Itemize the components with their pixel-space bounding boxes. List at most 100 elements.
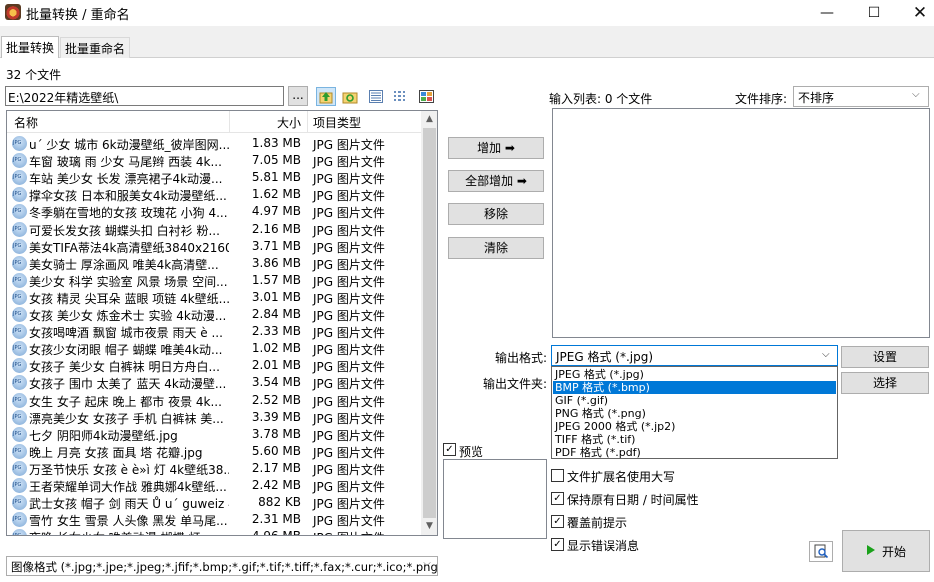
format-option[interactable]: JPEG 2000 格式 (*.jp2): [553, 420, 836, 433]
column-header-size[interactable]: 大小: [277, 114, 301, 131]
list-header: 名称 ^ 大小 项目类型: [7, 111, 421, 133]
select-folder-button[interactable]: 选择: [841, 372, 929, 394]
format-option[interactable]: TIFF 格式 (*.tif): [553, 433, 836, 446]
file-size: 3.86 MB: [251, 255, 301, 270]
scroll-thumb[interactable]: [423, 128, 436, 518]
file-type: JPG 图片文件: [313, 172, 385, 187]
column-divider[interactable]: [229, 111, 230, 133]
table-row[interactable]: 漂亮美少女 女孩子 手机 白裤袜 美... 3.39 MB JPG 图片文件: [7, 409, 421, 426]
scroll-down-icon[interactable]: ▼: [421, 518, 437, 535]
table-row[interactable]: u´ 少女 城市 6k动漫壁纸_彼岸图网... 1.83 MB JPG 图片文件: [7, 135, 421, 152]
close-icon[interactable]: ✕: [897, 0, 934, 26]
settings-button[interactable]: 设置: [841, 346, 929, 368]
format-option[interactable]: PNG 格式 (*.png): [553, 407, 836, 420]
output-format-label: 输出格式:: [495, 351, 548, 365]
file-size: 1.02 MB: [251, 341, 301, 356]
start-button[interactable]: 开始: [842, 530, 930, 572]
format-option[interactable]: PDF 格式 (*.pdf): [553, 446, 836, 459]
table-row[interactable]: 车站 美少女 长发 漂亮裙子4k动漫... 5.81 MB JPG 图片文件: [7, 169, 421, 186]
table-row[interactable]: 可爱长发女孩 蝴蝶头扣 白衬衫 粉... 2.16 MB JPG 图片文件: [7, 221, 421, 238]
table-row[interactable]: 七夕 阴阳师4k动漫壁纸.jpg 3.78 MB JPG 图片文件: [7, 426, 421, 443]
file-size: 3.71 MB: [251, 238, 301, 253]
table-row[interactable]: 美少女 科学 实验室 风景 场景 空间... 1.57 MB JPG 图片文件: [7, 272, 421, 289]
clear-button[interactable]: 清除: [448, 237, 544, 259]
file-name: 冬季躺在雪地的女孩 玫瑰花 小狗 4...: [29, 206, 228, 221]
output-format-select[interactable]: JPEG 格式 (*.jpg): [551, 345, 838, 366]
remove-button[interactable]: 移除: [448, 203, 544, 225]
details-view-icon[interactable]: [366, 87, 386, 106]
refresh-folder-icon[interactable]: [340, 87, 360, 106]
file-filter-select[interactable]: 图像格式 (*.jpg;*.jpe;*.jpeg;*.jfif;*.bmp;*.…: [6, 556, 438, 576]
table-row[interactable]: 夜晚 长女少女 唯美动漫 蝴蝶 灯 ...4.96 MB JPG 图片文件: [7, 528, 421, 535]
format-option[interactable]: JPEG 格式 (*.jpg): [553, 368, 836, 381]
jpg-file-icon: [12, 153, 27, 169]
chevron-down-icon[interactable]: ⌵: [822, 349, 830, 360]
preview-checkbox[interactable]: ✓: [443, 443, 456, 456]
file-list[interactable]: 名称 ^ 大小 项目类型 u´ 少女 城市 6k动漫壁纸_彼岸图网... 1.83…: [6, 110, 438, 536]
show-errors-label: 显示错误消息: [567, 539, 640, 553]
table-row[interactable]: 女孩喝啤酒 飘窗 城市夜景 雨天 è ... 2.33 MB JPG 图片文件: [7, 323, 421, 340]
jpg-file-icon: [12, 255, 27, 271]
add-button[interactable]: 增加 ➡: [448, 137, 544, 159]
chevron-down-icon[interactable]: ⌵: [912, 89, 920, 100]
file-type: JPG 图片文件: [313, 223, 385, 238]
file-name: 美女骑士 厚涂画风 唯美4k高清壁...: [29, 257, 219, 272]
table-row[interactable]: 王者荣耀单词大作战 雅典娜4k壁纸... 2.42 MB JPG 图片文件: [7, 477, 421, 494]
path-input[interactable]: E:\2022年精选壁纸\: [5, 86, 284, 106]
input-list-box[interactable]: [552, 108, 930, 338]
table-row[interactable]: 女孩 美少女 炼金术士 实验 4k动漫... 2.84 MB JPG 图片文件: [7, 306, 421, 323]
table-row[interactable]: 撑伞女孩 日本和服美女4k动漫壁纸... 1.62 MB JPG 图片文件: [7, 186, 421, 203]
jpg-file-icon: [12, 478, 27, 493]
table-row[interactable]: 女孩 精灵 尖耳朵 蓝眼 项链 4k壁纸... 3.01 MB JPG 图片文件: [7, 289, 421, 306]
table-row[interactable]: 女孩子 美少女 白裤袜 明日方舟白... 2.01 MB JPG 图片文件: [7, 357, 421, 374]
magnifier-icon: [814, 544, 829, 562]
list-view-icon[interactable]: [391, 87, 411, 106]
table-row[interactable]: 车窗 玻璃 雨 少女 马尾辫 西装 4k... 7.05 MB JPG 图片文件: [7, 152, 421, 169]
jpg-file-icon: [12, 324, 27, 340]
format-dropdown-list[interactable]: JPEG 格式 (*.jpg) BMP 格式 (*.bmp) GIF (*.gif)…: [551, 366, 838, 459]
table-row[interactable]: 晚上 月亮 女孩 面具 塔 花瓣.jpg 5.60 MB JPG 图片文件: [7, 443, 421, 460]
table-row[interactable]: 冬季躺在雪地的女孩 玫瑰花 小狗 4... 4.97 MB JPG 图片文件: [7, 203, 421, 220]
file-size: 882 KB: [258, 495, 301, 510]
vertical-scrollbar[interactable]: ▲ ▼: [421, 111, 437, 535]
scroll-up-icon[interactable]: ▲: [421, 111, 437, 128]
file-type: JPG 图片文件: [313, 189, 385, 204]
table-row[interactable]: 武士女孩 帽子 剑 雨天 Ů u´ guweiz 4... 882 KB JPG 图…: [7, 494, 421, 511]
table-row[interactable]: 美女TIFA蒂法4k高清壁纸3840x2160... 3.71 MB JPG 图片文…: [7, 238, 421, 255]
minimize-icon[interactable]: —: [804, 0, 850, 26]
file-size: 3.78 MB: [251, 426, 301, 441]
preview-label: 预览: [459, 445, 484, 459]
column-header-type[interactable]: 项目类型: [313, 114, 361, 131]
table-row[interactable]: 万圣节快乐 女孩 è è»ì 灯 4k壁纸38... 2.17 MB JPG 图片文…: [7, 460, 421, 477]
column-divider[interactable]: [307, 111, 308, 133]
file-type: JPG 图片文件: [313, 138, 385, 152]
table-row[interactable]: 美女骑士 厚涂画风 唯美4k高清壁... 3.86 MB JPG 图片文件: [7, 255, 421, 272]
table-row[interactable]: 女孩少女闭眼 帽子 蝴蝶 唯美4k动... 1.02 MB JPG 图片文件: [7, 340, 421, 357]
up-folder-icon[interactable]: [316, 87, 336, 106]
table-row[interactable]: 女孩子 围巾 太美了 蓝天 4k动漫壁... 3.54 MB JPG 图片文件: [7, 374, 421, 391]
maximize-icon[interactable]: ☐: [851, 0, 897, 26]
keep-date-checkbox[interactable]: ✓: [551, 492, 564, 505]
preview-zoom-button[interactable]: [809, 541, 833, 562]
uppercase-extension-checkbox[interactable]: [551, 469, 564, 482]
chevron-down-icon[interactable]: ⌵: [420, 558, 434, 574]
file-size: 2.01 MB: [251, 358, 301, 373]
thumbnail-view-icon[interactable]: [416, 87, 436, 106]
column-header-name[interactable]: 名称: [14, 114, 38, 131]
sort-select[interactable]: 不排序: [793, 86, 929, 107]
jpg-file-icon: [12, 443, 27, 459]
show-errors-checkbox[interactable]: ✓: [551, 538, 564, 551]
format-option[interactable]: BMP 格式 (*.bmp): [553, 381, 836, 394]
file-type: JPG 图片文件: [313, 529, 385, 535]
browse-button[interactable]: ...: [288, 86, 308, 106]
table-row[interactable]: 雪竹 女生 雪景 人头像 黑发 单马尾... 2.31 MB JPG 图片文件: [7, 511, 421, 528]
format-option[interactable]: GIF (*.gif): [553, 394, 836, 407]
overwrite-prompt-checkbox[interactable]: ✓: [551, 515, 564, 528]
file-size: 2.52 MB: [251, 392, 301, 407]
file-size: 5.60 MB: [251, 443, 301, 458]
tab-batch-convert[interactable]: 批量转换: [1, 36, 60, 58]
table-row[interactable]: 女生 女子 起床 晚上 都市 夜景 4k... 2.52 MB JPG 图片文件: [7, 392, 421, 409]
tab-batch-rename[interactable]: 批量重命名: [60, 37, 131, 58]
add-all-button[interactable]: 全部增加 ➡: [448, 170, 544, 192]
file-size: 2.33 MB: [251, 324, 301, 339]
